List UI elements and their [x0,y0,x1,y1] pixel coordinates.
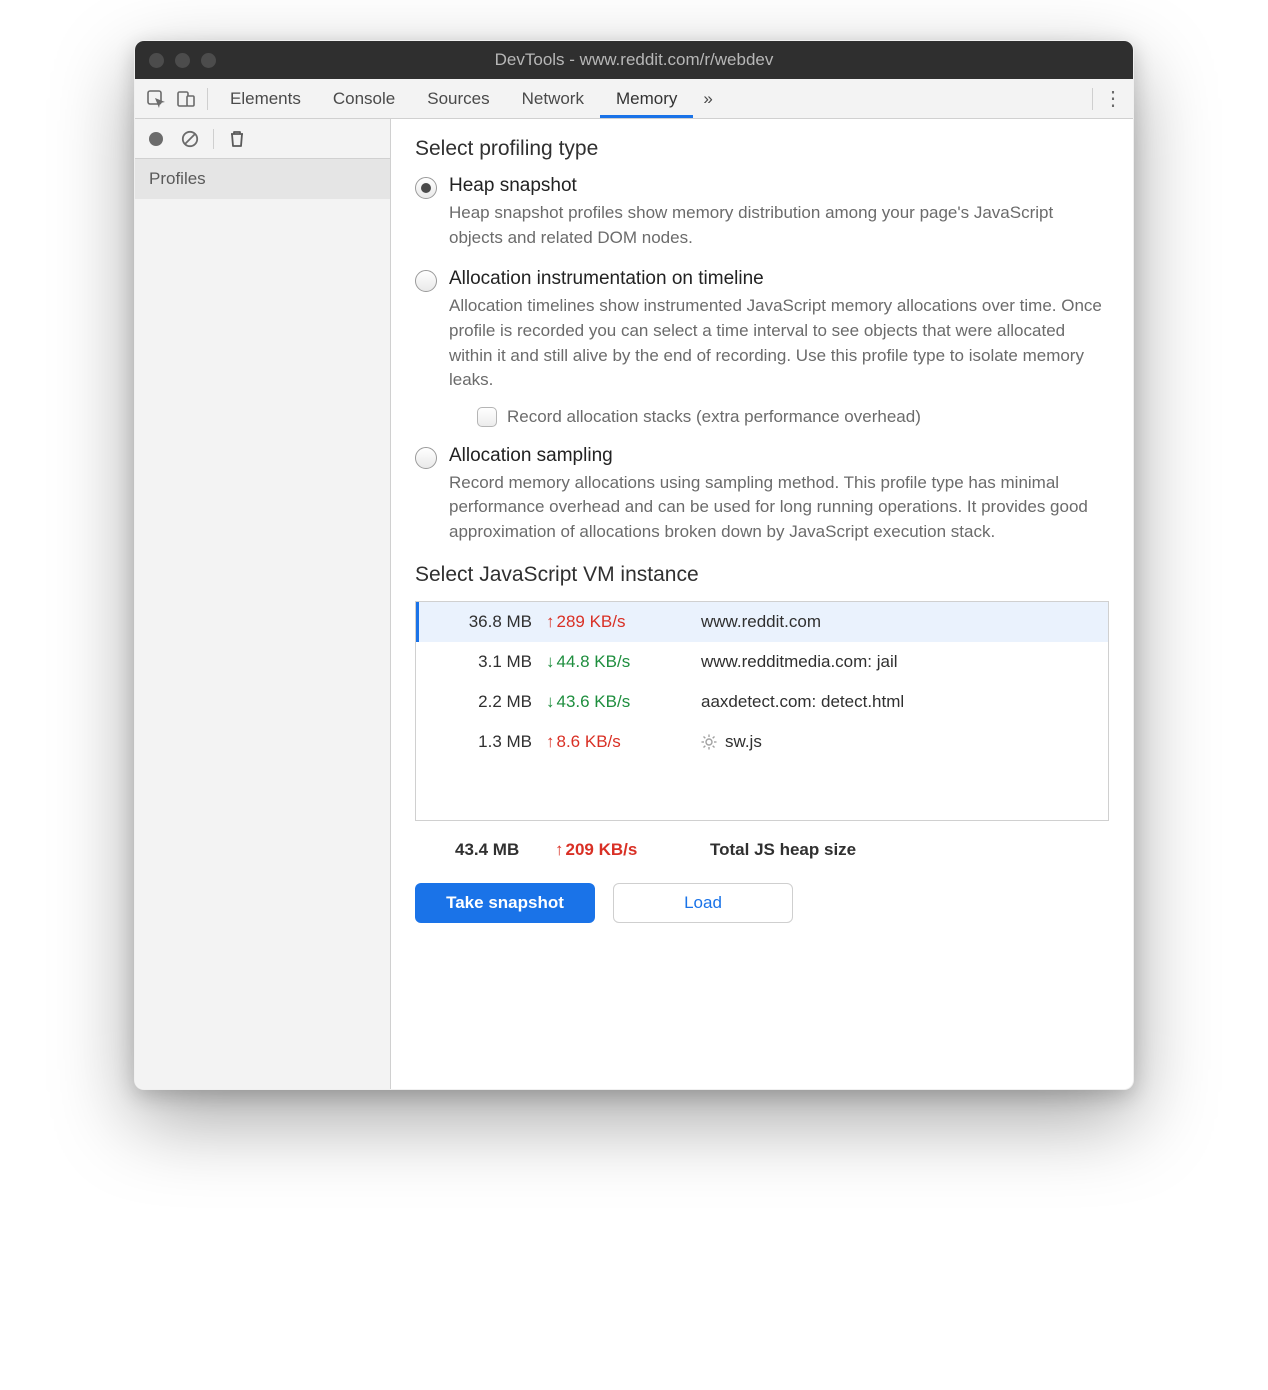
vm-name: www.reddit.com [701,612,821,632]
device-toggle-icon[interactable] [171,84,201,114]
totals-row: 43.4 MB ↑209 KB/s Total JS heap size [415,821,1109,865]
profiles-sidebar: Profiles [135,119,391,1089]
vm-size: 36.8 MB [416,612,546,632]
arrow-down-icon: ↓ [546,652,555,672]
more-tabs-icon[interactable]: » [693,79,722,118]
total-size: 43.4 MB [415,840,555,860]
sidebar-item-profiles[interactable]: Profiles [135,159,390,199]
take-snapshot-button[interactable]: Take snapshot [415,883,595,923]
vm-rate: 43.6 KB/s [557,692,631,712]
profiling-option-allocation-sampling[interactable]: Allocation sampling Record memory alloca… [415,445,1109,545]
option-desc: Heap snapshot profiles show memory distr… [449,201,1109,250]
load-button[interactable]: Load [613,883,793,923]
radio-heap-snapshot[interactable] [415,177,437,199]
vm-rate: 289 KB/s [557,612,626,632]
close-window-icon[interactable] [149,53,164,68]
tab-console[interactable]: Console [317,79,411,118]
divider [1092,88,1093,110]
record-icon[interactable] [141,124,171,154]
vm-size: 3.1 MB [416,652,546,672]
arrow-down-icon: ↓ [546,692,555,712]
tab-elements[interactable]: Elements [214,79,317,118]
titlebar: DevTools - www.reddit.com/r/webdev [135,41,1133,79]
panel-tabs: Elements Console Sources Network Memory … [214,79,723,118]
profiling-option-heap-snapshot[interactable]: Heap snapshot Heap snapshot profiles sho… [415,175,1109,250]
minimize-window-icon[interactable] [175,53,190,68]
vm-row[interactable]: 36.8 MB ↑289 KB/s www.reddit.com [416,602,1108,642]
vm-name: www.redditmedia.com: jail [701,652,898,672]
option-title: Allocation sampling [449,445,1109,467]
vm-rate: 8.6 KB/s [557,732,621,752]
action-buttons: Take snapshot Load [415,883,1109,923]
vm-size: 2.2 MB [416,692,546,712]
memory-panel: Select profiling type Heap snapshot Heap… [391,119,1133,1089]
option-desc: Record memory allocations using sampling… [449,471,1109,545]
record-stacks-checkbox[interactable] [477,407,497,427]
total-label: Total JS heap size [690,840,1109,860]
tab-memory[interactable]: Memory [600,79,693,118]
sidebar-toolbar [135,119,390,159]
vm-row[interactable]: 2.2 MB ↓43.6 KB/s aaxdetect.com: detect.… [416,682,1108,722]
option-desc: Allocation timelines show instrumented J… [449,294,1109,393]
panel-body: Profiles Select profiling type Heap snap… [135,119,1133,1089]
divider [207,88,208,110]
record-stacks-label: Record allocation stacks (extra performa… [507,407,921,427]
delete-icon[interactable] [222,124,252,154]
vm-instance-heading: Select JavaScript VM instance [415,563,1109,587]
radio-allocation-sampling[interactable] [415,447,437,469]
maximize-window-icon[interactable] [201,53,216,68]
vm-instance-table: 36.8 MB ↑289 KB/s www.reddit.com 3.1 MB … [415,601,1109,821]
record-stacks-row[interactable]: Record allocation stacks (extra performa… [449,407,1109,427]
vm-rate: 44.8 KB/s [557,652,631,672]
devtools-window: DevTools - www.reddit.com/r/webdev Eleme… [134,40,1134,1090]
arrow-up-icon: ↑ [546,612,555,632]
vm-size: 1.3 MB [416,732,546,752]
total-rate: 209 KB/s [566,840,638,860]
option-title: Heap snapshot [449,175,1109,197]
vm-name: sw.js [725,732,762,752]
option-title: Allocation instrumentation on timeline [449,268,1109,290]
inspect-element-icon[interactable] [141,84,171,114]
tab-network[interactable]: Network [506,79,600,118]
profiling-option-allocation-timeline[interactable]: Allocation instrumentation on timeline A… [415,268,1109,427]
vm-row[interactable]: 1.3 MB ↑8.6 KB/s sw.js [416,722,1108,762]
arrow-up-icon: ↑ [546,732,555,752]
profiling-type-heading: Select profiling type [415,137,1109,161]
divider [213,129,214,149]
window-title: DevTools - www.reddit.com/r/webdev [135,50,1133,70]
window-controls [135,53,216,68]
vm-row[interactable]: 3.1 MB ↓44.8 KB/s www.redditmedia.com: j… [416,642,1108,682]
radio-allocation-timeline[interactable] [415,270,437,292]
gear-icon [701,734,717,750]
tab-sources[interactable]: Sources [411,79,505,118]
clear-icon[interactable] [175,124,205,154]
devtools-tabbar: Elements Console Sources Network Memory … [135,79,1133,119]
settings-menu-icon[interactable]: ⋮ [1099,86,1127,111]
vm-name: aaxdetect.com: detect.html [701,692,904,712]
arrow-up-icon: ↑ [555,840,564,860]
